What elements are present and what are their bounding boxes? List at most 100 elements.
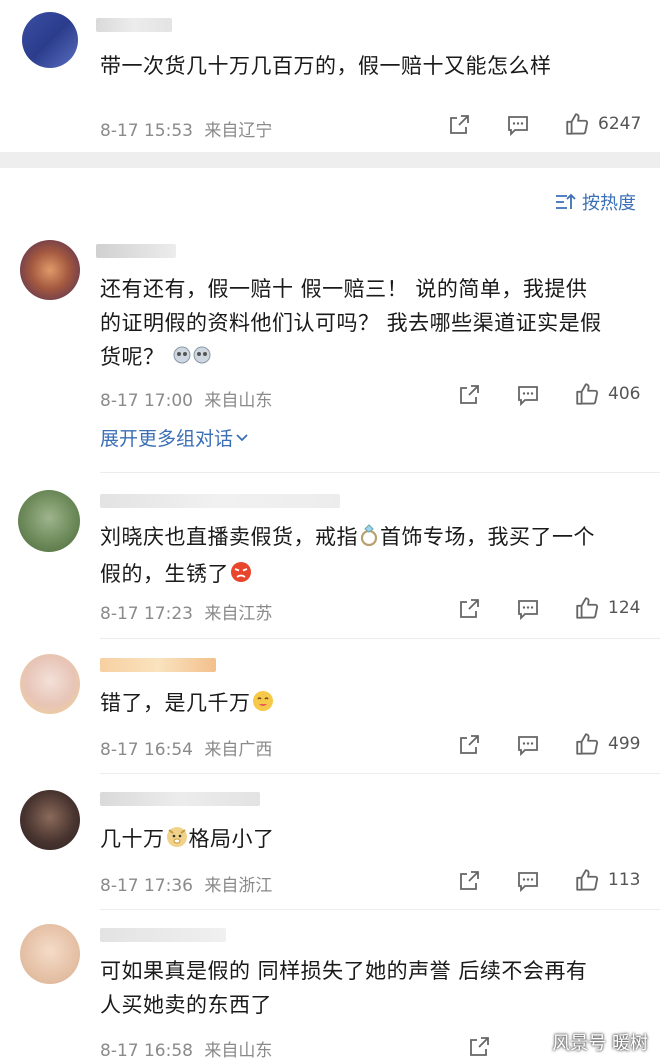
- share-button[interactable]: [457, 733, 481, 757]
- comment-location: 来自浙江: [204, 876, 273, 896]
- comment-line: 可如果真是假的 同样损失了她的声誉 后续不会再有: [100, 959, 588, 983]
- reply-button[interactable]: [516, 733, 540, 757]
- comment-location: 来自辽宁: [204, 121, 273, 141]
- avatar[interactable]: [20, 924, 80, 984]
- comment-date: 8-17 16:54: [100, 740, 193, 760]
- share-icon: [460, 871, 479, 890]
- chevron-down-icon: [236, 433, 248, 441]
- expand-label: 展开更多组对话: [100, 428, 234, 450]
- comment-text: 还有还有，假一赔十 假一赔三！ 说的简单，我提供 的证明假的资料他们认可吗？ 我…: [100, 272, 640, 377]
- comment-line: 还有还有，假一赔十 假一赔三！ 说的简单，我提供: [100, 277, 588, 301]
- thumbs-up-icon: [576, 597, 599, 619]
- comment-meta: 8-17 16:58 来自山东: [100, 1036, 278, 1061]
- comment-icon: [518, 736, 538, 757]
- comment-text: 可如果真是假的 同样损失了她的声誉 后续不会再有 人买她卖的东西了: [100, 954, 640, 1022]
- like-button[interactable]: 6247: [564, 111, 641, 137]
- share-button[interactable]: [457, 383, 481, 407]
- comment-icon: [508, 116, 528, 137]
- share-button[interactable]: [457, 597, 481, 621]
- share-icon: [460, 735, 479, 754]
- thumbs-up-icon: [576, 869, 599, 891]
- comment-meta: 8-17 17:00 来自山东: [100, 386, 278, 411]
- comment-location: 来自山东: [204, 1041, 273, 1061]
- comment-date: 8-17 15:53: [100, 121, 193, 141]
- thumbs-up-icon: [576, 733, 599, 755]
- divider: [100, 909, 660, 910]
- reply-button[interactable]: [516, 869, 540, 893]
- avatar[interactable]: [22, 12, 78, 68]
- share-icon: [460, 385, 479, 404]
- comment-icon: [518, 600, 538, 621]
- comment-text: 几十万 格局小了: [100, 822, 640, 859]
- username-blurred[interactable]: [96, 18, 172, 32]
- like-count: 124: [608, 598, 641, 618]
- avatar[interactable]: [20, 654, 80, 714]
- reply-button[interactable]: [516, 597, 540, 621]
- share-icon: [470, 1037, 489, 1056]
- sort-icon: [556, 193, 576, 209]
- share-icon: [460, 599, 479, 618]
- comment-line-text: 错了，是几千万: [100, 691, 251, 715]
- yum-face-emoji-icon: [251, 689, 275, 723]
- comment-line: 的证明假的资料他们认可吗？ 我去哪些渠道证实是假: [100, 311, 602, 335]
- comment-text: 带一次货几十万几百万的，假一赔十又能怎么样: [100, 54, 552, 78]
- section-separator: [0, 152, 660, 168]
- comment-line: 假的，生锈了: [100, 557, 640, 594]
- comment-location: 来自山东: [204, 391, 273, 411]
- share-icon: [450, 115, 469, 134]
- share-button[interactable]: [457, 869, 481, 893]
- username-blurred[interactable]: [100, 928, 226, 942]
- like-count: 406: [608, 384, 641, 404]
- comment-meta: 8-17 15:53 来自辽宁: [100, 116, 278, 141]
- comment-location: 来自广西: [204, 740, 273, 760]
- comment-date: 8-17 17:00: [100, 391, 193, 411]
- username-blurred[interactable]: [100, 658, 216, 672]
- share-button[interactable]: [467, 1035, 491, 1059]
- like-count: 499: [608, 734, 641, 754]
- reply-button[interactable]: [506, 113, 530, 137]
- comment-meta: 8-17 17:23 来自江苏: [100, 599, 278, 624]
- like-button[interactable]: 406: [574, 381, 640, 407]
- share-button[interactable]: [447, 113, 471, 137]
- comment-line-text: 假的，生锈了: [100, 562, 229, 586]
- divider: [100, 472, 660, 473]
- reply-button[interactable]: [516, 383, 540, 407]
- comment-line: 货呢？: [100, 340, 640, 377]
- comment-line-text: 刘晓庆也直播卖假货，戒指: [100, 525, 358, 549]
- avatar[interactable]: [20, 790, 80, 850]
- comment-line-text: 首饰专场，我买了一个: [380, 525, 595, 549]
- comment-meta: 8-17 16:54 来自广西: [100, 735, 278, 760]
- comment-line-text: 格局小了: [188, 827, 275, 851]
- watermark: 风景号 暖树: [552, 1033, 648, 1054]
- comment-meta: 8-17 17:36 来自浙江: [100, 871, 278, 896]
- avatar[interactable]: [18, 490, 80, 552]
- comment-text: 错了，是几千万: [100, 686, 640, 723]
- like-button[interactable]: 124: [574, 595, 640, 621]
- like-button[interactable]: 113: [574, 867, 640, 893]
- sort-toggle[interactable]: 按热度: [554, 189, 636, 215]
- sort-label: 按热度: [582, 193, 636, 214]
- username-blurred[interactable]: [100, 494, 340, 508]
- avatar[interactable]: [20, 240, 80, 300]
- comment-location: 来自江苏: [204, 604, 273, 624]
- comment-line-text: 几十万: [100, 827, 165, 851]
- ring-emoji-icon: [358, 523, 380, 557]
- comment-icon: [518, 872, 538, 893]
- username-blurred[interactable]: [96, 244, 176, 258]
- like-button[interactable]: 499: [574, 731, 640, 757]
- comment-line: 刘晓庆也直播卖假货，戒指 首饰专场，我买了一个: [100, 520, 640, 557]
- comment-icon: [518, 386, 538, 407]
- doge-emoji-icon: [165, 825, 189, 859]
- comment-date: 8-17 17:36: [100, 876, 193, 896]
- comment-text: 刘晓庆也直播卖假货，戒指 首饰专场，我买了一个 假的，生锈了: [100, 520, 640, 594]
- divider: [100, 638, 660, 639]
- comment-date: 8-17 17:23: [100, 604, 193, 624]
- comment-line: 人买她卖的东西了: [100, 993, 272, 1017]
- comment-line-text: 货呢？: [100, 345, 165, 369]
- comment-date: 8-17 16:58: [100, 1041, 193, 1061]
- angry-face-emoji-icon: [229, 560, 253, 594]
- expand-replies-link[interactable]: 展开更多组对话: [100, 424, 249, 451]
- username-blurred[interactable]: [100, 792, 260, 806]
- like-count: 113: [608, 870, 641, 890]
- robot-emoji-icon: [172, 343, 212, 377]
